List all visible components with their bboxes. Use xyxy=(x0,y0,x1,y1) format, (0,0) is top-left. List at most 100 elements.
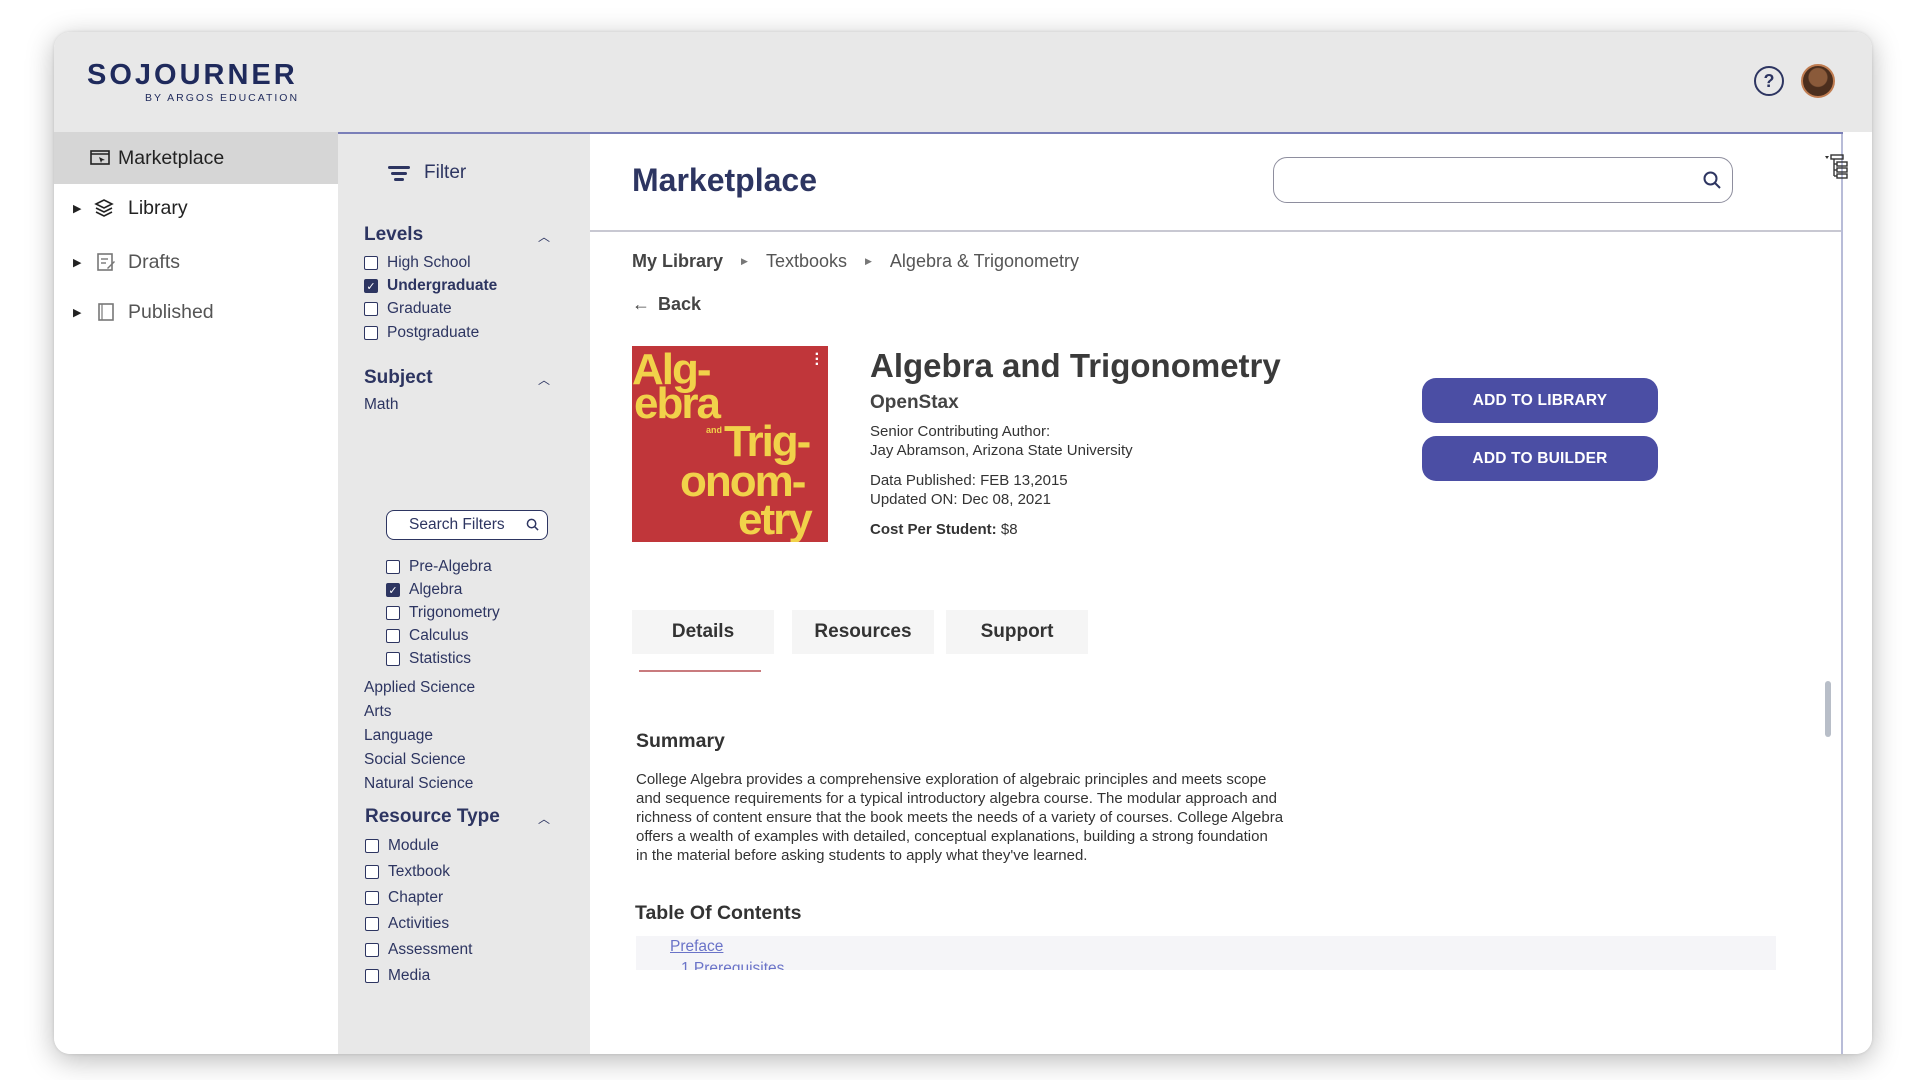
summary-line: richness of content ensure that the book… xyxy=(636,809,1284,826)
subject-arts[interactable]: Arts xyxy=(364,703,392,721)
resource-option-textbook[interactable]: Textbook xyxy=(365,863,450,881)
cost-label: Cost Per Student: xyxy=(870,521,997,538)
collapse-caret-icon[interactable]: ︿ xyxy=(538,371,550,388)
toc-item-preface[interactable]: Preface xyxy=(670,938,723,956)
checkbox[interactable] xyxy=(364,302,378,316)
avatar[interactable] xyxy=(1801,64,1835,98)
sidebar-item-published[interactable]: ▶ Published xyxy=(54,286,338,338)
published-date: Data Published: FEB 13,2015 xyxy=(870,472,1068,489)
filter-title: Filter xyxy=(424,162,467,183)
search-icon[interactable] xyxy=(1702,170,1722,190)
option-label: Pre-Algebra xyxy=(409,558,492,575)
levels-option-graduate[interactable]: Graduate xyxy=(364,300,452,318)
filter-toggle[interactable]: Filter xyxy=(388,162,466,184)
logo[interactable]: SOJOURNER BY ARGOS EDUCATION xyxy=(87,60,299,104)
levels-heading: Levels xyxy=(364,224,424,245)
subject-heading: Subject xyxy=(364,367,433,388)
option-label: Media xyxy=(388,967,431,984)
back-button[interactable]: ← Back xyxy=(632,294,701,315)
subject-social-science[interactable]: Social Science xyxy=(364,751,466,769)
tree-view-icon[interactable] xyxy=(1821,152,1851,182)
subject-language[interactable]: Language xyxy=(364,727,433,745)
back-label: Back xyxy=(658,294,702,314)
subject-option-trigonometry[interactable]: Trigonometry xyxy=(386,604,500,622)
updated-date: Updated ON: Dec 08, 2021 xyxy=(870,491,1051,508)
breadcrumb: My Library ▶ Textbooks ▶ Algebra & Trigo… xyxy=(632,251,1079,272)
levels-option-undergraduate[interactable]: ✓ Undergraduate xyxy=(364,277,497,295)
summary-line: in the material before asking students t… xyxy=(636,847,1088,864)
checkbox[interactable] xyxy=(364,326,378,340)
book-publisher: OpenStax xyxy=(870,392,959,413)
subject-current[interactable]: Math xyxy=(364,396,398,414)
add-to-library-button[interactable]: ADD TO LIBRARY xyxy=(1422,378,1658,423)
collapse-caret-icon[interactable]: ︿ xyxy=(538,228,550,245)
subject-natural-science[interactable]: Natural Science xyxy=(364,775,473,793)
checkbox[interactable] xyxy=(386,606,400,620)
subject-applied-science[interactable]: Applied Science xyxy=(364,679,475,697)
checkbox[interactable] xyxy=(365,839,379,853)
checkbox[interactable] xyxy=(365,891,379,905)
tab-details[interactable]: Details xyxy=(632,610,774,654)
resource-option-chapter[interactable]: Chapter xyxy=(365,889,443,907)
checkbox[interactable] xyxy=(386,629,400,643)
subject-option-calculus[interactable]: Calculus xyxy=(386,627,468,645)
option-label: Textbook xyxy=(388,863,451,880)
logo-wordmark: SOJOURNER xyxy=(87,59,298,91)
sidebar-item-label: Library xyxy=(128,196,188,219)
breadcrumb-textbooks[interactable]: Textbooks xyxy=(766,251,847,272)
breadcrumb-my-library[interactable]: My Library xyxy=(632,251,723,272)
summary-text: College Algebra provides a comprehensive… xyxy=(636,770,1396,865)
breadcrumb-separator-icon: ▶ xyxy=(741,256,748,266)
toc-item-prerequisites[interactable]: 1 Prerequisites xyxy=(681,960,784,970)
checkbox[interactable] xyxy=(365,943,379,957)
sidebar-item-label: Drafts xyxy=(128,250,181,273)
option-label: Graduate xyxy=(387,300,452,317)
more-options-icon[interactable]: · · · xyxy=(815,347,820,373)
draft-icon xyxy=(97,253,115,271)
search-icon xyxy=(526,518,539,531)
right-rail xyxy=(1843,132,1872,1054)
levels-option-postgraduate[interactable]: Postgraduate xyxy=(364,324,479,342)
subject-option-statistics[interactable]: Statistics xyxy=(386,650,471,668)
collapse-caret-icon[interactable]: ︿ xyxy=(538,810,550,827)
expand-arrow-icon[interactable]: ▶ xyxy=(73,306,81,319)
search-input[interactable] xyxy=(1273,157,1733,203)
checkbox[interactable] xyxy=(365,865,379,879)
sidebar-item-drafts[interactable]: ▶ Drafts xyxy=(54,236,338,288)
levels-option-high-school[interactable]: High School xyxy=(364,254,471,272)
sidebar-item-label: Marketplace xyxy=(118,146,225,169)
tab-resources[interactable]: Resources xyxy=(792,610,934,654)
tab-support[interactable]: Support xyxy=(946,610,1088,654)
filter-icon xyxy=(388,165,410,181)
resource-option-activities[interactable]: Activities xyxy=(365,915,449,933)
resource-option-media[interactable]: Media xyxy=(365,967,430,985)
option-label: Algebra xyxy=(409,581,463,598)
checkbox[interactable] xyxy=(386,560,400,574)
checkbox[interactable] xyxy=(365,917,379,931)
subject-option-pre-algebra[interactable]: Pre-Algebra xyxy=(386,558,492,576)
main-content: Marketplace My Library ▶ Textbooks ▶ Alg… xyxy=(590,132,1843,1054)
scrollbar-thumb[interactable] xyxy=(1825,681,1831,737)
active-tab-indicator xyxy=(639,670,761,672)
add-to-builder-button[interactable]: ADD TO BUILDER xyxy=(1422,436,1658,481)
expand-arrow-icon[interactable]: ▶ xyxy=(73,256,81,269)
checkbox-checked[interactable]: ✓ xyxy=(364,279,378,293)
help-icon[interactable]: ? xyxy=(1754,66,1784,96)
checkbox[interactable] xyxy=(364,256,378,270)
checkbox-checked[interactable]: ✓ xyxy=(386,583,400,597)
subject-option-algebra[interactable]: ✓ Algebra xyxy=(386,581,462,599)
toc-list: Preface 1 Prerequisites xyxy=(636,936,1776,970)
option-label: Assessment xyxy=(388,941,473,958)
sidebar-item-marketplace[interactable]: Marketplace xyxy=(54,132,338,184)
sidebar-item-library[interactable]: ▶ Library xyxy=(54,182,338,234)
checkbox[interactable] xyxy=(386,652,400,666)
option-label: High School xyxy=(387,254,471,271)
expand-arrow-icon[interactable]: ▶ xyxy=(73,202,81,215)
checkbox[interactable] xyxy=(365,969,379,983)
filter-search-input[interactable]: Search Filters xyxy=(386,510,548,540)
resource-option-module[interactable]: Module xyxy=(365,837,439,855)
summary-line: and sequence requirements for a typical … xyxy=(636,790,1277,807)
author-label: Senior Contributing Author: xyxy=(870,423,1051,440)
resource-option-assessment[interactable]: Assessment xyxy=(365,941,472,959)
book-cover[interactable]: Alg- ebra and Trig- onom- etry · · · xyxy=(632,346,828,542)
